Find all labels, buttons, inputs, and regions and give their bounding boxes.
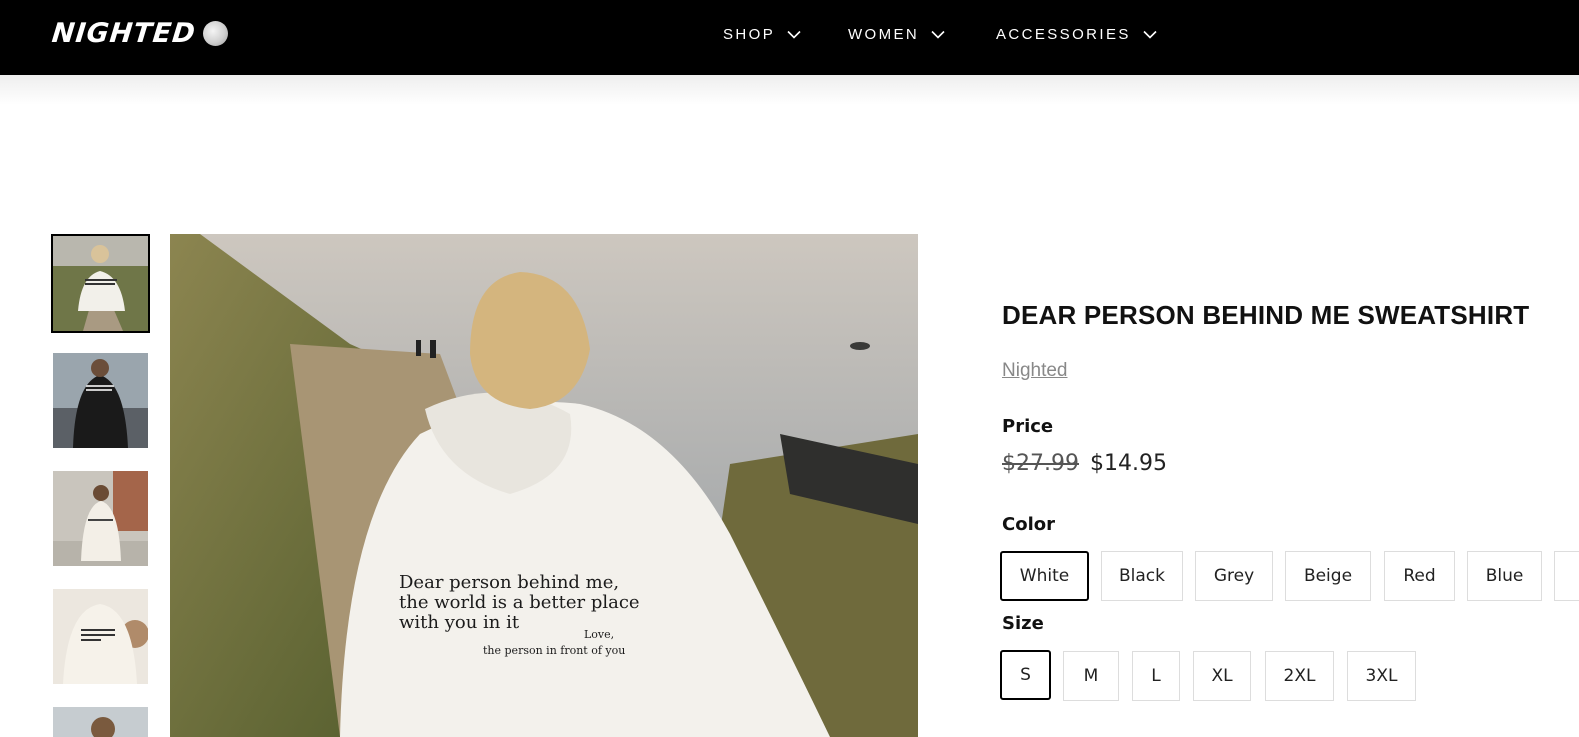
price-label: Price — [1002, 416, 1054, 437]
logo-text: NIGHTED — [50, 17, 198, 49]
color-option-grey[interactable]: Grey — [1195, 551, 1273, 601]
print-line-2: the world is a better place — [399, 592, 640, 613]
size-option-2xl[interactable]: 2XL — [1265, 651, 1334, 701]
site-header: NIGHTED SHOP WOMEN ACCESSORIES — [0, 0, 1579, 75]
nav-shop[interactable]: SHOP — [723, 22, 801, 46]
print-signoff-2: the person in front of you — [483, 644, 626, 657]
color-label: Color — [1002, 514, 1055, 535]
nav-accessories-label: ACCESSORIES — [996, 25, 1131, 43]
chevron-down-icon — [1143, 30, 1157, 39]
color-option-black[interactable]: Black — [1101, 551, 1183, 601]
product-title: DEAR PERSON BEHIND ME SWEATSHIRT — [1002, 300, 1530, 330]
thumbnail-4[interactable] — [53, 589, 148, 684]
color-option-more[interactable] — [1554, 551, 1579, 601]
thumbnail-1[interactable] — [51, 234, 150, 333]
size-option-m[interactable]: M — [1063, 651, 1119, 701]
vendor-link[interactable]: Nighted — [1002, 360, 1068, 382]
size-label: Size — [1002, 613, 1044, 634]
size-option-s[interactable]: S — [1000, 650, 1051, 700]
color-option-white[interactable]: White — [1000, 551, 1089, 601]
color-option-blue[interactable]: Blue — [1467, 551, 1542, 601]
color-option-red[interactable]: Red — [1384, 551, 1455, 601]
moon-icon — [202, 20, 228, 46]
header-shadow — [0, 75, 1579, 105]
nav-women-label: WOMEN — [848, 25, 920, 43]
color-option-beige[interactable]: Beige — [1285, 551, 1371, 601]
nav-shop-label: SHOP — [723, 25, 776, 43]
size-option-xl[interactable]: XL — [1193, 651, 1251, 701]
chevron-down-icon — [931, 30, 945, 39]
print-signoff-1: Love, — [584, 628, 615, 641]
size-option-l[interactable]: L — [1132, 651, 1180, 701]
print-line-1: Dear person behind me, — [399, 572, 620, 593]
nav-accessories[interactable]: ACCESSORIES — [996, 22, 1157, 46]
main-product-image[interactable]: Dear person behind me, the world is a be… — [170, 234, 918, 737]
thumbnail-5[interactable] — [53, 707, 148, 737]
print-line-3: with you in it — [399, 612, 520, 633]
size-option-3xl[interactable]: 3XL — [1347, 651, 1416, 701]
compare-at-price: $27.99 — [1002, 451, 1079, 476]
thumbnail-3[interactable] — [53, 471, 148, 566]
chevron-down-icon — [787, 30, 801, 39]
brand-logo[interactable]: NIGHTED — [50, 17, 228, 49]
nav-women[interactable]: WOMEN — [848, 22, 945, 46]
thumbnail-2[interactable] — [53, 353, 148, 448]
current-price: $14.95 — [1090, 451, 1167, 476]
